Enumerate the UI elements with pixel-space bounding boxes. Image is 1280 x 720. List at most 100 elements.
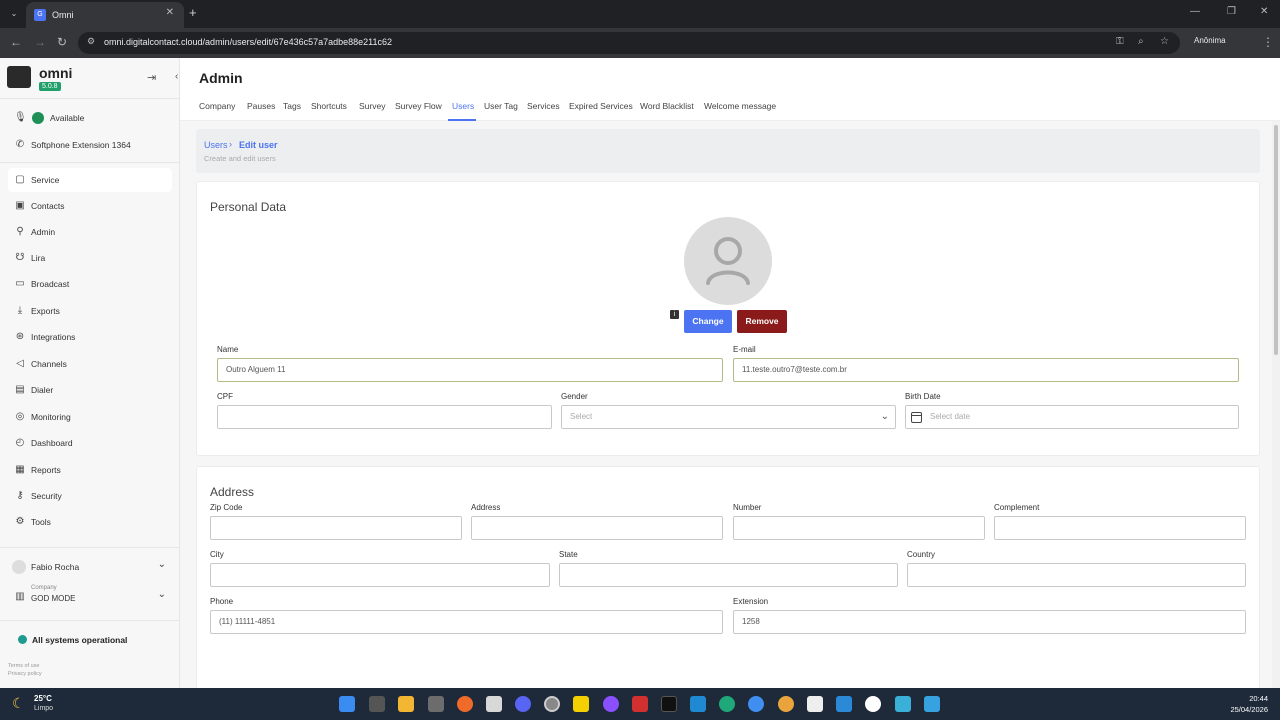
intellij-icon[interactable] [661, 696, 677, 712]
tab-tags[interactable]: Tags [283, 101, 301, 111]
app-icon[interactable] [924, 696, 940, 712]
tab-company[interactable]: Company [199, 101, 235, 111]
breadcrumb-users-link[interactable]: Users [204, 140, 228, 150]
sidebar-item-admin[interactable]: ⚲ Admin [8, 220, 172, 244]
address-bar[interactable]: ⚙ omni.digitalcontact.cloud/admin/users/… [78, 32, 1180, 54]
cpf-field[interactable] [217, 405, 552, 429]
close-tab-icon[interactable]: ✕ [166, 7, 174, 18]
sidebar-item-channels[interactable]: ◁ Channels [8, 352, 172, 376]
gender-select[interactable]: Select ⌄ [561, 405, 896, 429]
app-icon[interactable] [895, 696, 911, 712]
minimize-icon[interactable]: — [1190, 6, 1200, 17]
city-field[interactable] [210, 563, 550, 587]
user-menu[interactable]: Fabio Rocha ⌄ [8, 555, 172, 579]
sidebar-item-integrations[interactable]: ⊛ Integrations [8, 325, 172, 349]
app-icon[interactable] [632, 696, 648, 712]
bookmark-star-icon[interactable]: ☆ [1160, 36, 1169, 47]
broadcast-icon: ▭ [15, 278, 25, 289]
back-icon[interactable]: ← [10, 35, 22, 49]
chrome-icon[interactable] [748, 696, 764, 712]
browser-menu-icon[interactable]: ⋮ [1262, 35, 1274, 49]
site-info-icon[interactable]: ⚙ [87, 36, 95, 47]
name-field[interactable]: Outro Alguem 11 [217, 358, 723, 382]
weather-condition[interactable]: Limpo [34, 705, 53, 712]
availability-status[interactable]: 🎙 Available [8, 106, 172, 130]
change-photo-button[interactable]: Change [684, 310, 732, 333]
sidebar-item-dashboard[interactable]: ◴ Dashboard [8, 431, 172, 455]
maps-icon[interactable] [865, 696, 881, 712]
sidebar-item-exports[interactable]: ⤓ Exports [8, 299, 172, 323]
scrollbar-thumb[interactable] [1274, 125, 1278, 355]
sidebar-item-dialer[interactable]: ▤ Dialer [8, 378, 172, 402]
moon-weather-icon[interactable]: ☾ [12, 695, 25, 712]
email-field[interactable]: 11.teste.outro7@teste.com.br [733, 358, 1239, 382]
task-view-icon[interactable] [369, 696, 385, 712]
company-selector[interactable]: ▥ Company GOD MODE ⌄ [8, 585, 172, 609]
terms-link[interactable]: Terms of use [8, 663, 39, 669]
tab-user-tag[interactable]: User Tag [484, 101, 518, 111]
address-field[interactable] [471, 516, 723, 540]
github-icon[interactable] [603, 696, 619, 712]
privacy-link[interactable]: Privacy policy [8, 671, 42, 677]
tab-survey-flow[interactable]: Survey Flow [395, 101, 442, 111]
extension-field[interactable]: 1258 [733, 610, 1246, 634]
sticky-notes-icon[interactable] [573, 696, 589, 712]
sidebar-item-security[interactable]: ⚷ Security [8, 484, 172, 508]
tab-welcome-message[interactable]: Welcome message [704, 101, 776, 111]
complement-field[interactable] [994, 516, 1246, 540]
phone-field[interactable]: (11) 11111-4851 [210, 610, 723, 634]
start-icon[interactable] [339, 696, 355, 712]
edge-icon[interactable] [719, 696, 735, 712]
sidebar-item-service[interactable]: ▢ Service [8, 168, 172, 192]
tab-search-icon[interactable]: ⌄ [6, 6, 22, 22]
scrollbar[interactable] [1272, 121, 1280, 688]
tab-expired-services[interactable]: Expired Services [569, 101, 633, 111]
browser-tab[interactable]: G Omni ✕ [26, 2, 184, 28]
birth-date-picker[interactable]: Select date [905, 405, 1239, 429]
softphone-extension[interactable]: ✆ Softphone Extension 1364 [8, 133, 172, 157]
password-key-icon[interactable]: ⚿ [1116, 36, 1124, 47]
sidebar-item-reports[interactable]: ▦ Reports [8, 458, 172, 482]
logout-icon[interactable]: ⇥ [147, 71, 156, 84]
system-status[interactable]: All systems operational [32, 635, 127, 645]
remove-photo-button[interactable]: Remove [737, 310, 787, 333]
new-tab-icon[interactable]: + [189, 5, 197, 20]
chrome-active-icon[interactable] [544, 696, 560, 712]
clock-date[interactable]: 25/04/2026 [1230, 705, 1268, 714]
forward-icon[interactable]: → [34, 35, 46, 49]
app-icon[interactable] [428, 696, 444, 712]
photos-icon[interactable] [836, 696, 852, 712]
windows-taskbar: ☾ 25°C Limpo 20:44 25/04/2026 [0, 688, 1280, 720]
number-field[interactable] [733, 516, 985, 540]
sidebar-item-tools[interactable]: ⚙ Tools [8, 510, 172, 534]
restore-icon[interactable]: ❐ [1227, 6, 1236, 17]
sidebar-item-lira[interactable]: ☋ Lira [8, 246, 172, 270]
country-field[interactable] [907, 563, 1246, 587]
discord-icon[interactable] [515, 696, 531, 712]
zip-code-field[interactable] [210, 516, 462, 540]
vscode-icon[interactable] [690, 696, 706, 712]
tab-shortcuts[interactable]: Shortcuts [311, 101, 347, 111]
incognito-profile[interactable]: Anônima [1194, 36, 1226, 45]
firefox-icon[interactable] [457, 696, 473, 712]
sidebar-item-contacts[interactable]: ▣ Contacts [8, 194, 172, 218]
clock-time[interactable]: 20:44 [1249, 694, 1268, 703]
file-explorer-icon[interactable] [398, 696, 414, 712]
notepad-icon[interactable] [807, 696, 823, 712]
reload-icon[interactable]: ↻ [57, 35, 67, 49]
tab-survey[interactable]: Survey [359, 101, 385, 111]
tab-services[interactable]: Services [527, 101, 560, 111]
tab-users[interactable]: Users [452, 101, 474, 111]
collapse-sidebar-icon[interactable]: ‹ [175, 71, 178, 82]
info-icon[interactable]: i [670, 310, 679, 319]
sidebar-item-broadcast[interactable]: ▭ Broadcast [8, 272, 172, 296]
state-field[interactable] [559, 563, 898, 587]
chrome-profile-icon[interactable] [778, 696, 794, 712]
tab-pauses[interactable]: Pauses [247, 101, 275, 111]
tab-word-blacklist[interactable]: Word Blacklist [640, 101, 694, 111]
close-window-icon[interactable]: ✕ [1260, 6, 1268, 17]
zoom-icon[interactable]: ⌕ [1138, 36, 1144, 47]
app-icon[interactable] [486, 696, 502, 712]
sidebar-item-monitoring[interactable]: ◎ Monitoring [8, 405, 172, 429]
weather-temperature[interactable]: 25°C [34, 694, 52, 703]
